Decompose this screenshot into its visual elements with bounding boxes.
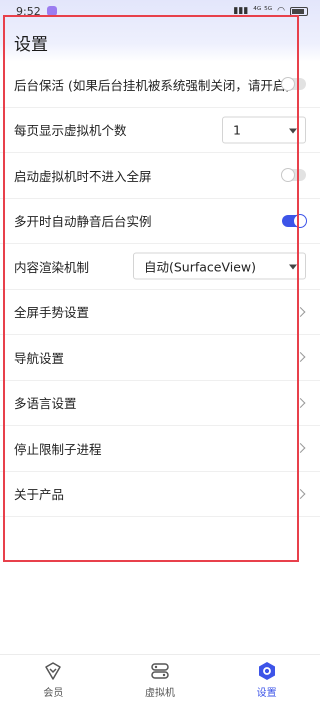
nav-item-vip[interactable]: 会员 [0,655,107,711]
bottom-nav: 会员 虚拟机 设置 [0,654,320,711]
setting-about[interactable]: 关于产品 [0,472,320,517]
settings-list: 后台保活 (如果后台挂机被系统强制关闭，请开启) 每页显示虚拟机个数 1 启动虚… [0,62,320,517]
mute-background-toggle[interactable] [282,213,307,228]
setting-no-fullscreen-on-launch: 启动虚拟机时不进入全屏 [0,153,320,199]
chevron-right-icon [295,306,306,317]
network-indicators: ⁴ᴳ ⁵ᴳ [253,6,273,16]
signal-icon: ▮▮▮ [233,6,249,16]
battery-icon [290,6,308,16]
setting-label: 后台保活 (如果后台挂机被系统强制关闭，请开启) [14,77,291,93]
setting-mute-background-instances: 多开时自动静音后台实例 [0,199,320,244]
setting-render-mode: 内容渲染机制 自动(SurfaceView) [0,244,320,290]
select-value: 1 [233,122,241,138]
setting-label: 内容渲染机制 [14,259,90,275]
setting-label: 导航设置 [14,350,65,366]
chevron-right-icon [295,397,306,408]
setting-label: 多语言设置 [14,396,77,412]
chevron-right-icon [295,352,306,363]
setting-label: 每页显示虚拟机个数 [14,123,127,139]
setting-label: 多开时自动静音后台实例 [14,214,152,230]
chevron-right-icon [295,443,306,454]
gear-icon [257,661,277,681]
virtual-machine-icon [150,661,170,681]
chevron-right-icon [295,488,306,499]
toggle-knob [281,77,295,92]
nav-label: 会员 [43,688,64,699]
setting-language[interactable]: 多语言设置 [0,381,320,426]
nav-item-settings[interactable]: 设置 [213,655,320,711]
setting-fullscreen-gestures[interactable]: 全屏手势设置 [0,290,320,335]
select-value: 自动(SurfaceView) [144,259,257,275]
setting-label: 停止限制子进程 [14,441,102,457]
nav-label: 设置 [256,688,277,699]
setting-label: 全屏手势设置 [14,305,90,321]
vms-per-page-select[interactable]: 1 [222,116,306,144]
setting-navigation[interactable]: 导航设置 [0,335,320,381]
setting-background-keepalive: 后台保活 (如果后台挂机被系统强制关闭，请开启) [0,62,320,108]
caret-down-icon [289,264,297,270]
setting-label: 关于产品 [14,487,65,503]
nav-item-virtual-machine[interactable]: 虚拟机 [107,655,214,711]
no-fullscreen-toggle[interactable] [281,168,306,183]
caret-down-icon [289,128,297,134]
toggle-knob [293,213,307,228]
page-title: 设置 [14,35,48,55]
wifi-icon: ◠ [277,6,285,16]
keepalive-toggle[interactable] [281,77,306,92]
vip-icon [43,661,63,681]
toggle-knob [281,168,295,183]
status-time: 9:52 [16,4,41,18]
app-notification-icon [46,6,57,16]
setting-vms-per-page: 每页显示虚拟机个数 1 [0,108,320,153]
status-bar: 9:52 ▮▮▮ ⁴ᴳ ⁵ᴳ ◠ [0,0,320,22]
setting-label: 启动虚拟机时不进入全屏 [14,168,152,184]
nav-label: 虚拟机 [145,688,175,699]
render-mode-select[interactable]: 自动(SurfaceView) [133,252,306,280]
setting-stop-child-process-limit[interactable]: 停止限制子进程 [0,426,320,472]
